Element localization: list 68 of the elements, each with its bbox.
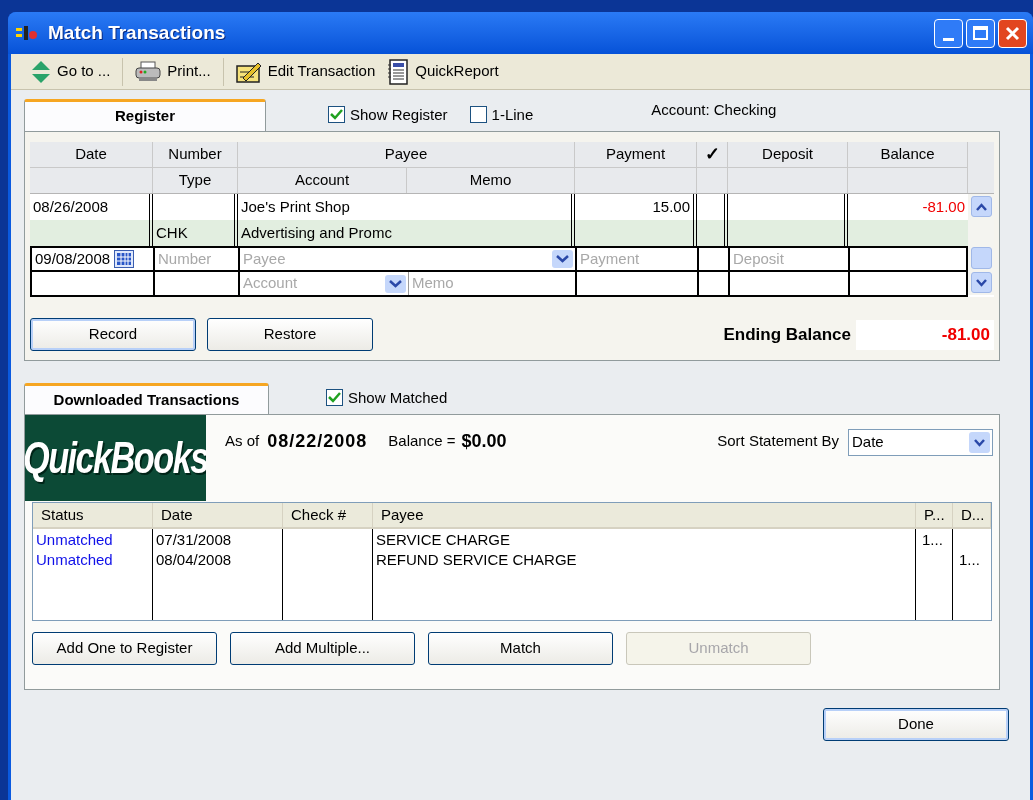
scroll-down-icon[interactable] bbox=[975, 278, 987, 287]
report-icon bbox=[387, 58, 410, 85]
close-icon bbox=[1005, 25, 1020, 41]
column-header[interactable]: Status bbox=[33, 503, 153, 529]
table-cell-text: 07/31/2008 bbox=[155, 530, 233, 550]
done-button[interactable]: Done bbox=[823, 708, 1009, 741]
table-cell-text: Unmatched bbox=[35, 550, 114, 570]
check-icon bbox=[328, 392, 341, 404]
toolbar-button[interactable]: Print... bbox=[129, 56, 217, 87]
table-cell-text: Unmatched bbox=[35, 530, 114, 550]
toolbar-button[interactable]: QuickReport bbox=[381, 56, 505, 87]
table-cell-text: -81.00 bbox=[921, 196, 966, 217]
sort-label: Sort Statement By bbox=[717, 431, 839, 451]
scroll-thumb[interactable] bbox=[970, 247, 992, 269]
column-header: Date bbox=[30, 142, 153, 167]
dropdown-icon[interactable] bbox=[385, 274, 406, 293]
tab[interactable]: Register bbox=[24, 99, 266, 131]
app-icon bbox=[14, 24, 40, 42]
table-cell-text: 08/04/2008 bbox=[155, 550, 233, 570]
checkbox[interactable]: Show Matched bbox=[326, 386, 448, 409]
button[interactable]: Match bbox=[428, 632, 613, 665]
column-header[interactable]: D... bbox=[953, 503, 991, 529]
column-header[interactable]: Date bbox=[153, 503, 283, 529]
account-label: Account: Checking bbox=[651, 99, 777, 120]
column-header: Type bbox=[153, 168, 238, 193]
tab[interactable]: Downloaded Transactions bbox=[24, 383, 269, 414]
table-cell-text: 1... bbox=[958, 550, 981, 570]
scrollbar[interactable] bbox=[968, 194, 994, 295]
check-icon bbox=[330, 109, 343, 121]
column-header[interactable]: P... bbox=[916, 503, 953, 529]
ending-balance-value: -81.00 bbox=[856, 319, 994, 350]
caret-icon bbox=[974, 438, 985, 447]
table-cell-text: REFUND SERVICE CHARGE bbox=[375, 550, 578, 570]
column-header[interactable]: Payee bbox=[373, 503, 916, 529]
as-of-label: As of bbox=[225, 431, 260, 451]
window-title: Match Transactions bbox=[48, 20, 226, 45]
maximize-button[interactable] bbox=[966, 18, 995, 48]
column-header: Account bbox=[238, 168, 407, 193]
button[interactable]: Add Multiple... bbox=[230, 632, 415, 665]
column-header[interactable]: Check # bbox=[283, 503, 373, 529]
column-header: Memo bbox=[407, 168, 575, 193]
column-header: Number bbox=[153, 142, 238, 167]
balance-value: $0.00 bbox=[461, 430, 507, 453]
scroll-up-icon[interactable] bbox=[975, 202, 987, 211]
button[interactable]: Record bbox=[30, 318, 196, 351]
toolbar-button[interactable]: Edit Transaction bbox=[229, 56, 382, 87]
column-header: Payee bbox=[238, 142, 575, 167]
column-header: Deposit bbox=[728, 142, 848, 167]
balance-label: Balance = bbox=[388, 431, 456, 451]
as-of-date: 08/22/2008 bbox=[267, 430, 368, 453]
button[interactable]: Add One to Register bbox=[32, 632, 217, 665]
button[interactable]: Restore bbox=[207, 318, 373, 351]
logo: QuickBooks bbox=[25, 415, 206, 501]
table-cell-text: SERVICE CHARGE bbox=[375, 530, 511, 550]
minimize-button[interactable] bbox=[934, 18, 963, 48]
checkbox[interactable]: 1-Line bbox=[469, 103, 534, 126]
toolbar-button[interactable]: Go to ... bbox=[25, 56, 117, 87]
up-down-arrows-icon bbox=[31, 59, 51, 84]
printer-icon bbox=[135, 60, 162, 83]
dropdown-icon[interactable] bbox=[552, 250, 573, 268]
date-field[interactable]: 09/08/2008 bbox=[35, 248, 111, 270]
sort-dropdown[interactable]: Date bbox=[848, 429, 993, 456]
table-cell-text: 1... bbox=[921, 530, 944, 550]
checkmark-column-header: ✓ bbox=[697, 142, 728, 167]
ending-balance-label: Ending Balance bbox=[723, 323, 851, 346]
column-header: Payment bbox=[575, 142, 697, 167]
close-button[interactable] bbox=[998, 18, 1027, 48]
checkbox[interactable]: Show Register bbox=[328, 103, 448, 126]
